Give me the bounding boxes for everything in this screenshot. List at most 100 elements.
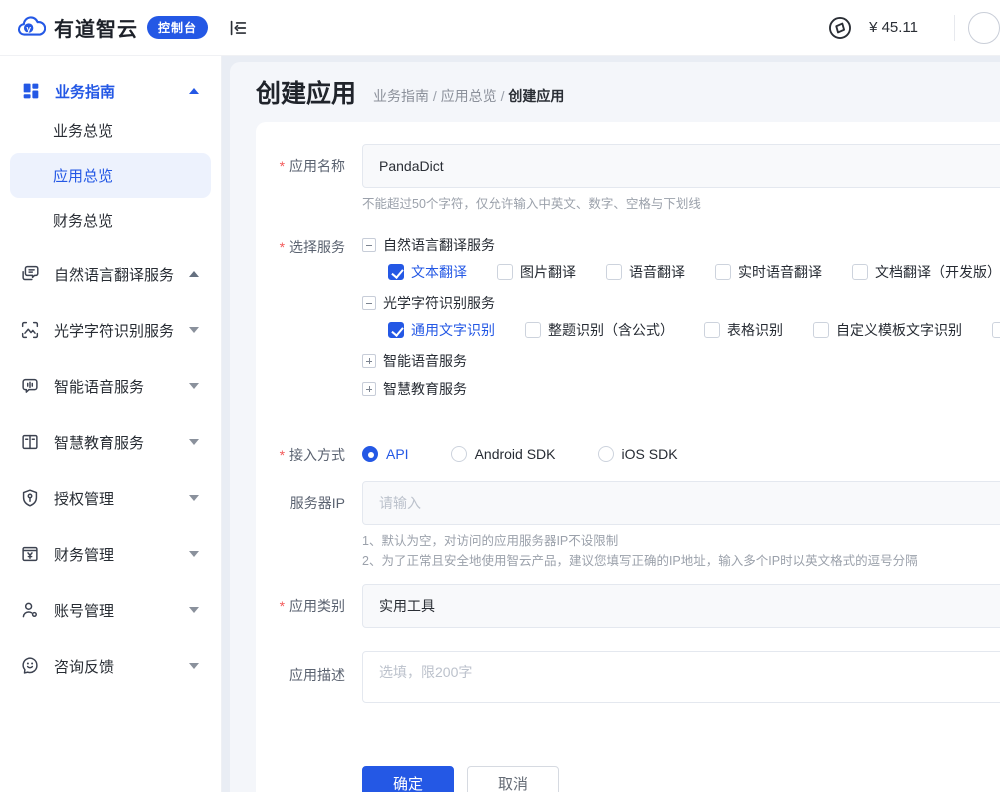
- collapse-minus-icon[interactable]: [362, 296, 376, 310]
- services-label: 选择服务: [256, 235, 345, 257]
- category-label: 应用类别: [256, 584, 345, 628]
- voice-service-icon: [22, 378, 38, 393]
- ocr-service-icon: [21, 321, 39, 339]
- account-balance[interactable]: ¥ 45.11: [869, 19, 918, 36]
- checkbox-table-ocr[interactable]: 表格识别: [704, 320, 783, 340]
- form-row-app-name: 应用名称 不能超过50个字符，仅允许输入中英文、数字、空格与下划线: [256, 144, 1000, 214]
- sidebar-item-label: 业务指南: [55, 83, 116, 101]
- sidebar-service-list: 自然语言翻译服务 光学字符识别服务 智能语音服务 智慧教育服务 授权管理 财务管…: [0, 259, 221, 681]
- checkbox-icon[interactable]: [606, 264, 622, 280]
- sidebar-item-application-overview[interactable]: 应用总览: [10, 153, 211, 198]
- service-group-education[interactable]: 智慧教育服务: [362, 379, 1000, 399]
- checkbox-label: 语音翻译: [629, 264, 685, 280]
- sidebar-item-account[interactable]: 账号管理: [0, 595, 221, 625]
- radio-icon[interactable]: [450, 446, 467, 462]
- service-group-label: 自然语言翻译服务: [383, 237, 495, 253]
- form-row-category: 应用类别: [256, 584, 1000, 628]
- cancel-button[interactable]: 取消: [467, 766, 559, 792]
- service-options-nlp: 文本翻译 图片翻译 语音翻译 实时语音翻译 文档翻译（开发版）: [388, 261, 1000, 283]
- description-textarea[interactable]: [362, 651, 1000, 703]
- confirm-button[interactable]: 确定: [362, 766, 454, 792]
- checkbox-general-ocr[interactable]: 通用文字识别: [388, 320, 495, 340]
- collapse-sidebar-icon: [230, 20, 247, 35]
- checkbox-icon[interactable]: [525, 322, 541, 338]
- header-divider: [954, 14, 955, 41]
- collapse-sidebar-button[interactable]: [227, 17, 249, 39]
- breadcrumb-item[interactable]: 业务指南: [373, 86, 441, 106]
- checkbox-image-translation[interactable]: 图片翻译: [497, 262, 576, 282]
- checkbox-label: 文本翻译: [411, 264, 467, 280]
- chevron-down-icon: [189, 383, 199, 389]
- logo[interactable]: y 有道智云 控制台: [0, 13, 222, 43]
- checkbox-icon[interactable]: [704, 322, 720, 338]
- checkbox-icon[interactable]: [992, 322, 1000, 338]
- radio-ios-sdk[interactable]: iOS SDK: [597, 446, 678, 462]
- app-name-input[interactable]: [362, 144, 1000, 188]
- expand-plus-icon[interactable]: [362, 354, 376, 368]
- sidebar-item-finance-overview[interactable]: 财务总览: [0, 198, 221, 243]
- user-avatar[interactable]: [968, 11, 1000, 44]
- chevron-down-icon: [189, 327, 199, 333]
- checkbox-icon[interactable]: [715, 264, 731, 280]
- sidebar-item-voice[interactable]: 智能语音服务: [0, 371, 221, 401]
- app-name-help: 不能超过50个字符，仅允许输入中英文、数字、空格与下划线: [362, 197, 701, 211]
- sidebar-subitem-label: 业务总览: [53, 123, 114, 140]
- sidebar-item-ocr[interactable]: 光学字符识别服务: [0, 315, 221, 345]
- sidebar-item-label: 授权管理: [54, 490, 115, 508]
- page-title: 创建应用: [256, 80, 357, 108]
- radio-android-sdk[interactable]: Android SDK: [450, 446, 556, 462]
- form-row-description: 应用描述: [256, 651, 1000, 708]
- checkbox-checked-icon[interactable]: [388, 264, 404, 280]
- radio-label: iOS SDK: [621, 446, 678, 462]
- authorization-icon: [22, 489, 38, 507]
- sidebar-item-education[interactable]: 智慧教育服务: [0, 427, 221, 457]
- checkbox-icon[interactable]: [813, 322, 829, 338]
- checkbox-realtime-speech-translation[interactable]: 实时语音翻译: [715, 262, 822, 282]
- form-buttons: 确定 取消: [362, 766, 1000, 792]
- expand-plus-icon[interactable]: [362, 382, 376, 396]
- sidebar-item-business-overview[interactable]: 业务总览: [0, 108, 221, 153]
- create-app-form-card: 应用名称 不能超过50个字符，仅允许输入中英文、数字、空格与下划线 选择服务: [256, 122, 1000, 792]
- service-group-voice[interactable]: 智能语音服务: [362, 351, 1000, 371]
- checkbox-custom-template-ocr[interactable]: 自定义模板文字识别: [813, 320, 962, 340]
- radio-label: API: [386, 446, 409, 462]
- translation-service-icon: [22, 265, 39, 281]
- checkbox-checked-icon[interactable]: [388, 322, 404, 338]
- sidebar-item-label: 光学字符识别服务: [54, 322, 175, 340]
- checkbox-question-ocr[interactable]: 整题识别（含公式）: [525, 320, 674, 340]
- radio-selected-icon[interactable]: [362, 446, 378, 462]
- server-ip-help-2: 2、为了正常且安全地使用智云产品，建议您填写正确的IP地址，输入多个IP时以英文…: [362, 554, 918, 568]
- sidebar-item-authorization[interactable]: 授权管理: [0, 483, 221, 513]
- checkbox-document-translation[interactable]: 文档翻译（开发版）: [852, 262, 1000, 282]
- form-row-server-ip: 服务器IP 1、默认为空，对访问的应用服务器IP不设限制 2、为了正常且安全地使…: [256, 481, 1000, 571]
- grid-dashboard-icon: [23, 83, 39, 99]
- radio-icon[interactable]: [597, 446, 614, 462]
- sidebar-item-label: 咨询反馈: [54, 658, 115, 676]
- service-group-nlp[interactable]: 自然语言翻译服务: [362, 235, 1000, 255]
- collapse-minus-icon[interactable]: [362, 238, 376, 252]
- sidebar-item-label: 智能语音服务: [54, 378, 145, 396]
- checkbox-text-translation[interactable]: 文本翻译: [388, 262, 467, 282]
- chevron-down-icon: [189, 439, 199, 445]
- header-right: ¥ 45.11: [826, 11, 1000, 44]
- server-ip-label: 服务器IP: [289, 495, 345, 511]
- top-header: y 有道智云 控制台 ¥ 45.11: [0, 0, 1000, 56]
- service-group-label: 智能语音服务: [383, 353, 467, 369]
- checkbox-label: 实时语音翻译: [738, 264, 822, 280]
- sidebar-item-nlp-translation[interactable]: 自然语言翻译服务: [0, 259, 221, 289]
- category-select[interactable]: [362, 584, 1000, 628]
- checkbox-icon[interactable]: [497, 264, 513, 280]
- checkbox-clipped[interactable]: [992, 322, 1000, 338]
- chevron-up-icon: [189, 88, 199, 94]
- checkbox-icon[interactable]: [852, 264, 868, 280]
- sidebar-item-finance[interactable]: 财务管理: [0, 539, 221, 569]
- server-ip-input[interactable]: [362, 481, 1000, 525]
- breadcrumb-item[interactable]: 应用总览: [441, 86, 509, 106]
- coin-balance-icon[interactable]: [826, 14, 854, 42]
- sidebar-item-label: 自然语言翻译服务: [54, 266, 175, 284]
- service-group-ocr[interactable]: 光学字符识别服务: [362, 293, 1000, 313]
- radio-api[interactable]: API: [362, 446, 409, 462]
- checkbox-speech-translation[interactable]: 语音翻译: [606, 262, 685, 282]
- sidebar-item-business-guide[interactable]: 业务指南: [0, 74, 221, 108]
- sidebar-item-feedback[interactable]: 咨询反馈: [0, 651, 221, 681]
